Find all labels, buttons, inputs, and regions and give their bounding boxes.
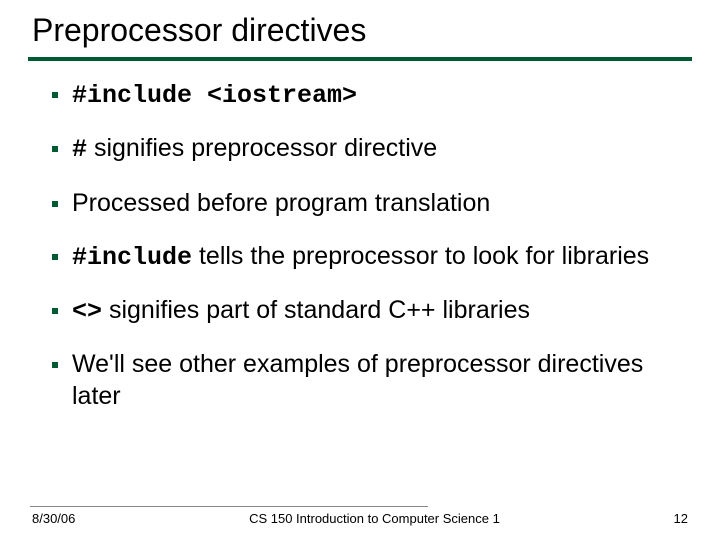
bullet-icon bbox=[52, 92, 58, 98]
bullet-icon bbox=[52, 201, 58, 207]
bullet-text: # signifies preprocessor directive bbox=[72, 133, 437, 165]
bullet-text: #include tells the preprocessor to look … bbox=[72, 241, 649, 273]
bullet-icon bbox=[52, 362, 58, 368]
bullet-item: #include <iostream> bbox=[52, 79, 682, 111]
code-text: #include bbox=[72, 243, 192, 272]
bullet-text: <> signifies part of standard C++ librar… bbox=[72, 295, 530, 327]
bullet-item: Processed before program translation bbox=[52, 188, 682, 219]
slide-title: Preprocessor directives bbox=[28, 12, 692, 55]
bullet-text: Processed before program translation bbox=[72, 188, 490, 219]
code-text: #include <iostream> bbox=[72, 81, 357, 110]
footer-date: 8/30/06 bbox=[32, 511, 75, 526]
plain-text: signifies preprocessor directive bbox=[87, 134, 437, 162]
footer-course: CS 150 Introduction to Computer Science … bbox=[75, 511, 673, 526]
content-area: #include <iostream> # signifies preproce… bbox=[28, 61, 692, 412]
bullet-item: We'll see other examples of preprocessor… bbox=[52, 349, 682, 412]
bullet-icon bbox=[52, 308, 58, 314]
code-text: # bbox=[72, 135, 87, 164]
bullet-icon bbox=[52, 254, 58, 260]
bullet-text: We'll see other examples of preprocessor… bbox=[72, 349, 682, 412]
footer: 8/30/06 CS 150 Introduction to Computer … bbox=[0, 506, 720, 526]
bullet-item: #include tells the preprocessor to look … bbox=[52, 241, 682, 273]
bullet-item: # signifies preprocessor directive bbox=[52, 133, 682, 165]
footer-row: 8/30/06 CS 150 Introduction to Computer … bbox=[28, 511, 692, 526]
footer-page: 12 bbox=[674, 511, 688, 526]
bullet-text: #include <iostream> bbox=[72, 79, 357, 111]
plain-text: signifies part of standard C++ libraries bbox=[102, 296, 530, 324]
plain-text: tells the preprocessor to look for libra… bbox=[192, 242, 649, 270]
code-text: <> bbox=[72, 297, 102, 326]
slide: Preprocessor directives #include <iostre… bbox=[0, 0, 720, 540]
bullet-icon bbox=[52, 146, 58, 152]
footer-divider bbox=[30, 506, 428, 507]
bullet-item: <> signifies part of standard C++ librar… bbox=[52, 295, 682, 327]
